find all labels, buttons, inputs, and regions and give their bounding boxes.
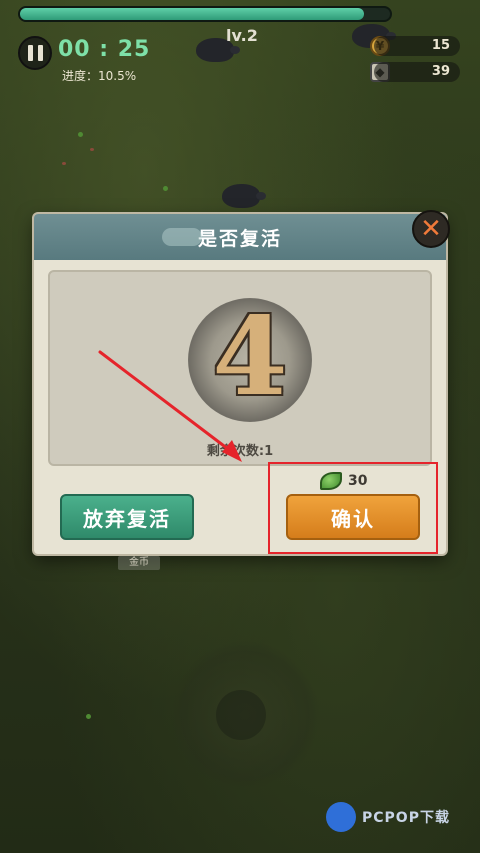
level-label: lv.2: [226, 26, 258, 45]
dirt-speck: [90, 148, 94, 151]
watermark-text: PCPOP下载: [362, 810, 450, 826]
pause-icon: [27, 45, 33, 61]
grass-speck: [78, 132, 83, 137]
game-timer: 00 : 25: [58, 37, 151, 62]
dirt-speck: [62, 162, 66, 165]
grass-speck: [86, 714, 91, 719]
close-icon[interactable]: ✕: [412, 210, 450, 248]
joystick-knob[interactable]: [216, 690, 266, 740]
watermark: PCPOP下载: [326, 802, 450, 832]
revive-countdown-number: 4: [212, 294, 288, 420]
dialog-title: 是否复活: [197, 227, 282, 250]
dialog-header: 是否复活: [34, 214, 446, 260]
health-bar-fill: [20, 8, 365, 20]
remaining-revives-text: 剩余次数:1: [206, 444, 274, 459]
pause-button[interactable]: [18, 36, 52, 70]
revive-count-panel: 4 剩余次数:1: [48, 270, 432, 466]
boar-enemy: [222, 184, 266, 208]
progress-text: 进度：10.5%: [62, 69, 137, 83]
kill-counter: 39: [374, 62, 460, 82]
health-bar: [18, 6, 392, 22]
pause-icon: [37, 45, 43, 61]
cloud-decoration: [162, 228, 202, 246]
coin-counter: 15: [374, 36, 460, 56]
give-up-revive-button[interactable]: 放弃复活: [60, 494, 194, 540]
grass-speck: [163, 186, 168, 191]
watermark-logo-icon: [326, 802, 356, 832]
highlight-box: [268, 462, 438, 554]
below-dialog-label: 金币: [118, 556, 160, 570]
